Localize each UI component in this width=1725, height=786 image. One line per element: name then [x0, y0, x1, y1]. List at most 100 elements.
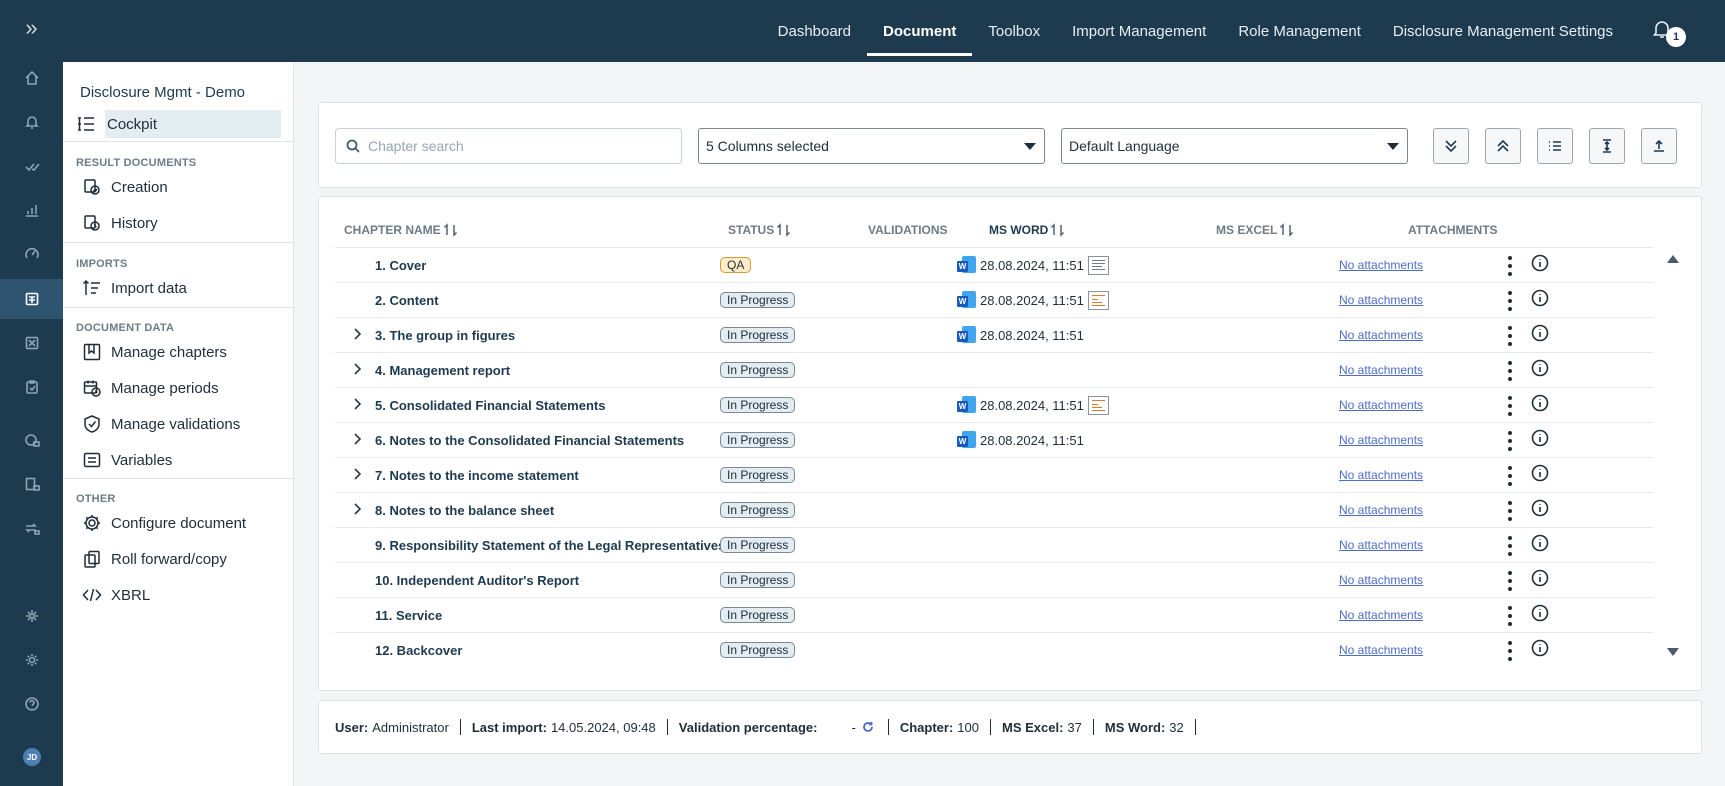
- more-options-icon[interactable]: [1507, 256, 1513, 276]
- chapter-name[interactable]: 7. Notes to the income statement: [375, 468, 579, 483]
- excel-rail-icon[interactable]: [0, 323, 63, 363]
- gauge-icon[interactable]: [0, 234, 63, 274]
- sidebar-item-cockpit[interactable]: Cockpit: [78, 110, 281, 138]
- notification-rail-icon[interactable]: [0, 102, 63, 142]
- tab-toolbox[interactable]: Toolbox: [972, 0, 1056, 62]
- info-icon[interactable]: [1531, 289, 1549, 307]
- attachments-link[interactable]: No attachments: [1339, 398, 1423, 412]
- sidebar-item-manage-validations[interactable]: Manage validations: [75, 410, 281, 438]
- attachments-link[interactable]: No attachments: [1339, 468, 1423, 482]
- locked-doc-icon[interactable]: [0, 464, 63, 504]
- attachments-link[interactable]: No attachments: [1339, 363, 1423, 377]
- clipboard-icon[interactable]: [0, 367, 63, 407]
- row-height-button[interactable]: [1589, 128, 1625, 164]
- tab-dashboard[interactable]: Dashboard: [762, 0, 867, 62]
- column-header-chapter-name[interactable]: CHAPTER NAME: [344, 223, 459, 237]
- chapter-name[interactable]: 8. Notes to the balance sheet: [375, 503, 554, 518]
- table-row[interactable]: 9. Responsibility Statement of the Legal…: [335, 527, 1653, 562]
- table-row[interactable]: 12. Backcover In Progress No attachments: [335, 632, 1653, 667]
- table-row[interactable]: 8. Notes to the balance sheet In Progress…: [335, 492, 1653, 527]
- scroll-down-arrow-icon[interactable]: [1667, 648, 1679, 656]
- chevron-right-icon[interactable]: [350, 397, 364, 411]
- chevron-right-icon[interactable]: [350, 327, 364, 341]
- attachments-link[interactable]: No attachments: [1339, 433, 1423, 447]
- info-icon[interactable]: [1531, 464, 1549, 482]
- tab-document[interactable]: Document: [867, 0, 973, 62]
- chevron-right-icon[interactable]: [350, 432, 364, 446]
- info-icon[interactable]: [1531, 569, 1549, 587]
- table-row[interactable]: 4. Management report In Progress No attach…: [335, 352, 1653, 387]
- presentation-document-icon[interactable]: [1087, 291, 1109, 310]
- more-options-icon[interactable]: [1507, 641, 1513, 661]
- text-document-icon[interactable]: [1087, 256, 1109, 275]
- attachments-link[interactable]: No attachments: [1339, 503, 1423, 517]
- sidebar-item-manage-periods[interactable]: Manage periods: [75, 374, 281, 402]
- avatar[interactable]: JD: [23, 748, 41, 766]
- table-row[interactable]: 6. Notes to the Consolidated Financial S…: [335, 422, 1653, 457]
- attachments-link[interactable]: No attachments: [1339, 538, 1423, 552]
- chapter-name[interactable]: 6. Notes to the Consolidated Financial S…: [375, 433, 684, 448]
- column-header-status[interactable]: STATUS: [728, 223, 792, 237]
- more-options-icon[interactable]: [1507, 361, 1513, 381]
- more-options-icon[interactable]: [1507, 431, 1513, 451]
- sidebar-item-xbrl[interactable]: XBRL: [75, 581, 281, 609]
- tab-disclosure-management-settings[interactable]: Disclosure Management Settings: [1377, 0, 1629, 62]
- more-options-icon[interactable]: [1507, 606, 1513, 626]
- info-icon[interactable]: [1531, 604, 1549, 622]
- more-options-icon[interactable]: [1507, 466, 1513, 486]
- column-header-ms-word[interactable]: MS WORD: [989, 223, 1066, 237]
- ms-word-cell[interactable]: W 28.08.2024, 11:51: [957, 291, 1109, 310]
- expand-all-button[interactable]: [1433, 128, 1469, 164]
- language-select[interactable]: Default Language: [1061, 128, 1408, 164]
- info-icon[interactable]: [1531, 359, 1549, 377]
- tab-import-management[interactable]: Import Management: [1056, 0, 1222, 62]
- locked-sync-icon[interactable]: [0, 508, 63, 548]
- info-icon[interactable]: [1531, 254, 1549, 272]
- chapter-name[interactable]: 1. Cover: [375, 258, 426, 273]
- refresh-icon[interactable]: [862, 721, 874, 733]
- chapter-name[interactable]: 2. Content: [375, 293, 439, 308]
- chapter-name[interactable]: 5. Consolidated Financial Statements: [375, 398, 605, 413]
- chevron-right-icon[interactable]: [350, 467, 364, 481]
- columns-select[interactable]: 5 Columns selected: [698, 128, 1045, 164]
- sidebar-item-import-data[interactable]: Import data: [75, 274, 281, 302]
- collapse-all-button[interactable]: [1485, 128, 1521, 164]
- table-row[interactable]: 10. Independent Auditor's Report In Progr…: [335, 562, 1653, 597]
- tab-role-management[interactable]: Role Management: [1222, 0, 1377, 62]
- chapter-name[interactable]: 12. Backcover: [375, 643, 462, 658]
- ms-word-cell[interactable]: W 28.08.2024, 11:51: [957, 326, 1084, 345]
- more-options-icon[interactable]: [1507, 571, 1513, 591]
- chapter-name[interactable]: 3. The group in figures: [375, 328, 515, 343]
- more-options-icon[interactable]: [1507, 326, 1513, 346]
- home-icon[interactable]: [0, 58, 63, 98]
- sidebar-item-history[interactable]: History: [75, 209, 281, 237]
- notification-bell-icon[interactable]: 1: [1651, 18, 1686, 47]
- table-row[interactable]: 11. Service In Progress No attachments: [335, 597, 1653, 632]
- chapter-name[interactable]: 10. Independent Auditor's Report: [375, 573, 579, 588]
- check-list-icon[interactable]: [0, 146, 63, 186]
- info-icon[interactable]: [1531, 534, 1549, 552]
- info-icon[interactable]: [1531, 324, 1549, 342]
- info-icon[interactable]: [1531, 394, 1549, 412]
- attachments-link[interactable]: No attachments: [1339, 608, 1423, 622]
- more-options-icon[interactable]: [1507, 396, 1513, 416]
- help-icon[interactable]: [0, 684, 63, 724]
- attachments-link[interactable]: No attachments: [1339, 573, 1423, 587]
- scroll-up-arrow-icon[interactable]: [1667, 255, 1679, 263]
- ms-word-cell[interactable]: W 28.08.2024, 11:51: [957, 396, 1109, 415]
- presentation-document-icon[interactable]: [1087, 396, 1109, 415]
- sidebar-item-roll-forward[interactable]: Roll forward/copy: [75, 545, 281, 573]
- ms-word-cell[interactable]: W 28.08.2024, 11:51: [957, 431, 1084, 450]
- attachments-link[interactable]: No attachments: [1339, 258, 1423, 272]
- chevron-right-icon[interactable]: [350, 502, 364, 516]
- sidebar-item-creation[interactable]: Creation: [75, 173, 281, 201]
- more-options-icon[interactable]: [1507, 501, 1513, 521]
- table-row[interactable]: 5. Consolidated Financial Statements In P…: [335, 387, 1653, 422]
- chapter-name[interactable]: 9. Responsibility Statement of the Legal…: [375, 538, 725, 553]
- table-row[interactable]: 2. Content In Progress W 28.08.2024, 11:51 N…: [335, 282, 1653, 317]
- sidebar-item-variables[interactable]: Variables: [75, 446, 281, 474]
- more-options-icon[interactable]: [1507, 291, 1513, 311]
- sidebar-item-manage-chapters[interactable]: Manage chapters: [75, 338, 281, 366]
- chart-icon[interactable]: [0, 190, 63, 230]
- sparkle-icon[interactable]: [0, 596, 63, 636]
